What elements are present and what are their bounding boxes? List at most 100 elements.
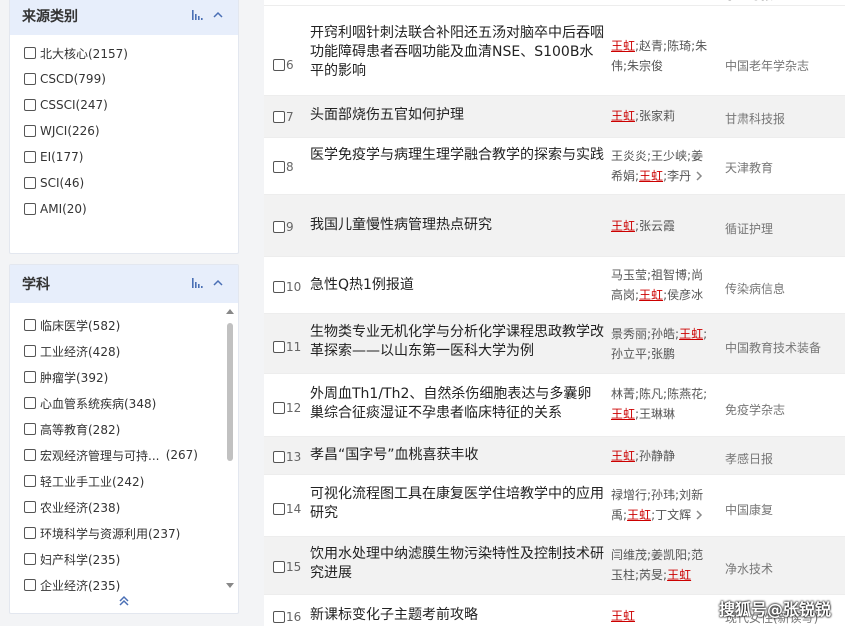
filter-option[interactable]: 肿瘤学(392) <box>10 364 238 390</box>
scroll-down-arrow[interactable] <box>226 583 234 588</box>
checkbox[interactable] <box>24 345 36 357</box>
checkbox[interactable] <box>24 177 36 189</box>
result-title-link[interactable]: 医学免疫学与病理生理学融合教学的探索与实践 <box>310 146 605 165</box>
highlighted-author[interactable]: 王虹 <box>611 609 635 623</box>
result-source-link[interactable]: 学习导报 <box>725 0 845 3</box>
highlighted-author[interactable]: 王虹 <box>611 0 635 1</box>
result-checkbox[interactable] <box>273 341 285 353</box>
author-list[interactable]: ;张家莉 <box>635 109 675 123</box>
checkbox[interactable] <box>24 99 36 111</box>
checkbox[interactable] <box>24 527 36 539</box>
author-list[interactable]: ;李丹 <box>663 169 691 183</box>
filter-option[interactable]: WJCI(226) <box>10 118 238 144</box>
filter-option[interactable]: CSSCI(247) <box>10 92 238 118</box>
author-list[interactable]: ;张云霞 <box>635 219 675 233</box>
checkbox[interactable] <box>24 203 36 215</box>
author-list[interactable]: ;丁文辉 <box>651 508 691 522</box>
checkbox[interactable] <box>24 501 36 513</box>
checkbox[interactable] <box>24 319 36 331</box>
filter-option[interactable]: 宏观经济管理与可持... (267) <box>10 442 238 468</box>
result-checkbox[interactable] <box>273 451 285 463</box>
highlighted-author[interactable]: 王虹 <box>611 407 635 421</box>
checkbox[interactable] <box>24 125 36 137</box>
highlighted-author[interactable]: 王虹 <box>611 449 635 463</box>
checkbox[interactable] <box>24 151 36 163</box>
bar-chart-icon[interactable] <box>192 277 204 289</box>
result-source-link[interactable]: 天津教育 <box>725 159 845 176</box>
highlighted-author[interactable]: 王虹 <box>627 508 651 522</box>
result-source-link[interactable]: 甘肃科技报 <box>725 110 845 127</box>
filter-option[interactable]: 高等教育(282) <box>10 416 238 442</box>
author-list[interactable]: ;侯彦冰 <box>663 288 703 302</box>
highlighted-author[interactable]: 王虹 <box>639 288 663 302</box>
author-list[interactable]: ;孙静静 <box>635 449 675 463</box>
scroll-up-arrow[interactable] <box>226 309 234 314</box>
filter-option[interactable]: 心血管系统疾病(348) <box>10 390 238 416</box>
result-checkbox[interactable] <box>273 611 285 623</box>
result-source-link[interactable]: 中国老年学杂志 <box>725 57 845 74</box>
filter-option[interactable]: 农业经济(238) <box>10 494 238 520</box>
filter-option[interactable]: 环境科学与资源利用(237) <box>10 520 238 546</box>
author-list[interactable]: 景秀丽;孙皓; <box>611 327 679 341</box>
checkbox[interactable] <box>24 73 36 85</box>
result-checkbox[interactable] <box>273 281 285 293</box>
subject-header[interactable]: 学科 <box>10 265 238 303</box>
filter-option[interactable]: 工业经济(428) <box>10 338 238 364</box>
result-title-link[interactable]: 学习·重视机制产业链·驱动融合发展路径 <box>310 0 605 3</box>
result-source-link[interactable]: 中国康复 <box>725 501 845 518</box>
result-checkbox[interactable] <box>273 503 285 515</box>
filter-option[interactable]: EI(177) <box>10 144 238 170</box>
result-title-link[interactable]: 头面部烧伤五官如何护理 <box>310 106 605 125</box>
highlighted-author[interactable]: 王虹 <box>679 327 703 341</box>
source-category-header[interactable]: 来源类别 <box>10 0 238 35</box>
result-title-link[interactable]: 生物类专业无机化学与分析化学课程思政教学改革探索——以山东第一医科大学为例 <box>310 323 605 361</box>
result-title-link[interactable]: 可视化流程图工具在康复医学住培教学中的应用研究 <box>310 485 605 523</box>
result-title-link[interactable]: 我国儿童慢性病管理热点研究 <box>310 216 605 235</box>
chevron-up-icon[interactable] <box>212 9 224 21</box>
result-title-link[interactable]: 饮用水处理中纳滤膜生物污染特性及控制技术研究进展 <box>310 545 605 583</box>
highlighted-author[interactable]: 王虹 <box>667 568 691 582</box>
checkbox[interactable] <box>24 423 36 435</box>
chevron-up-icon[interactable] <box>212 277 224 289</box>
highlighted-author[interactable]: 王虹 <box>611 39 635 53</box>
filter-option[interactable]: 北大核心(2157) <box>10 40 238 66</box>
result-source-link[interactable]: 免疫学杂志 <box>725 401 845 418</box>
bar-chart-icon[interactable] <box>192 9 204 21</box>
result-source-link[interactable]: 净水技术 <box>725 560 845 577</box>
author-list[interactable]: 林菁;陈凡;陈燕花; <box>611 387 707 401</box>
author-list[interactable]: ;王琳琳 <box>635 407 675 421</box>
filter-option[interactable]: AMI(20) <box>10 196 238 222</box>
result-title-link[interactable]: 孝昌“国字号”血桃喜获丰收 <box>310 446 605 465</box>
checkbox[interactable] <box>24 449 36 461</box>
result-title-link[interactable]: 开窍利咽针刺法联合补阳还五汤对脑卒中后吞咽功能障碍患者吞咽功能及血清NSE、S1… <box>310 24 605 81</box>
highlighted-author[interactable]: 王虹 <box>611 219 635 233</box>
checkbox[interactable] <box>24 397 36 409</box>
chevron-right-icon[interactable] <box>693 170 705 182</box>
result-title-link[interactable]: 外周血Th1/Th2、自然杀伤细胞表达与多囊卵巢综合征痰湿证不孕患者临床特征的关… <box>310 385 605 423</box>
scrollbar-thumb[interactable] <box>227 323 233 461</box>
highlighted-author[interactable]: 王虹 <box>639 169 663 183</box>
filter-option[interactable]: 临床医学(582) <box>10 312 238 338</box>
result-checkbox[interactable] <box>273 402 285 414</box>
chevron-right-icon[interactable] <box>693 509 705 521</box>
result-checkbox[interactable] <box>273 161 285 173</box>
filter-option[interactable]: SCI(46) <box>10 170 238 196</box>
filter-option[interactable]: 妇产科学(235) <box>10 546 238 572</box>
filter-option[interactable]: 轻工业手工业(242) <box>10 468 238 494</box>
double-chevron-up-icon[interactable] <box>117 595 131 607</box>
result-source-link[interactable]: 传染病信息 <box>725 280 845 297</box>
checkbox[interactable] <box>24 475 36 487</box>
checkbox[interactable] <box>24 553 36 565</box>
result-source-link[interactable]: 中国教育技术装备 <box>725 339 845 356</box>
filter-option[interactable]: CSCD(799) <box>10 66 238 92</box>
checkbox[interactable] <box>24 47 36 59</box>
result-checkbox[interactable] <box>273 561 285 573</box>
result-checkbox[interactable] <box>273 221 285 233</box>
result-source-link[interactable]: 循证护理 <box>725 220 845 237</box>
result-checkbox[interactable] <box>273 111 285 123</box>
result-title-link[interactable]: 急性Q热1例报道 <box>310 276 605 295</box>
checkbox[interactable] <box>24 371 36 383</box>
checkbox[interactable] <box>24 579 36 591</box>
result-checkbox[interactable] <box>273 59 285 71</box>
result-title-link[interactable]: 新课标变化子主题考前攻略 <box>310 606 605 625</box>
